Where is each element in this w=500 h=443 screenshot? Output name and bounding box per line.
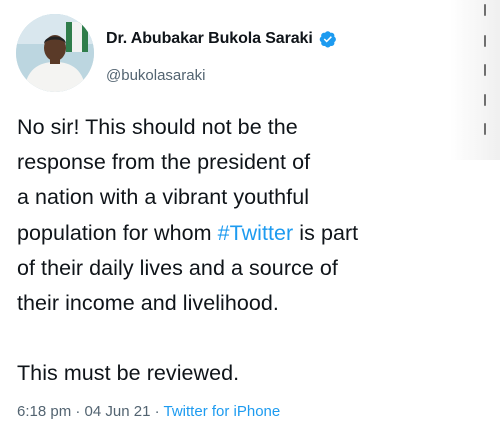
tweet-date[interactable]: 04 Jun 21 [85, 403, 151, 420]
user-handle[interactable]: @bukolasaraki [106, 67, 205, 84]
tweet-time[interactable]: 6:18 pm [17, 403, 71, 420]
meta-separator: · [75, 403, 81, 420]
tweet-text-segment: is part [293, 220, 359, 245]
tweet-line: their income and livelihood. [17, 291, 279, 316]
tweet-line: population for whom #Twitter is part [17, 216, 487, 251]
tweet-source-link[interactable]: Twitter for iPhone [164, 403, 281, 420]
tweet-body: No sir! This should not be the response … [17, 110, 487, 391]
tweet-line: a nation with a vibrant youthful [17, 185, 310, 210]
tweet-line: response from the president of [17, 150, 311, 175]
scroll-tick [484, 94, 486, 106]
tweet-line: of their daily lives and a source of [17, 255, 338, 280]
tweet-card: Dr. Abubakar Bukola Saraki @bukolasaraki… [0, 0, 500, 443]
meta-separator: · [154, 403, 160, 420]
scroll-tick [484, 35, 486, 47]
author-row[interactable]: Dr. Abubakar Bukola Saraki [106, 30, 337, 48]
scroll-tick [484, 64, 486, 76]
tweet-line: No sir! This should not be the [17, 115, 298, 139]
verified-badge-icon [319, 30, 337, 48]
scroll-tick [484, 4, 486, 16]
tweet-meta: 6:18 pm · 04 Jun 21 · Twitter for iPhone [17, 403, 280, 420]
tweet-line: This must be reviewed. [17, 361, 240, 386]
profile-photo-icon [16, 14, 94, 92]
avatar[interactable] [16, 14, 94, 92]
display-name[interactable]: Dr. Abubakar Bukola Saraki [106, 30, 313, 48]
tweet-text-segment: population for whom [17, 220, 218, 245]
hashtag-link[interactable]: #Twitter [218, 221, 294, 245]
